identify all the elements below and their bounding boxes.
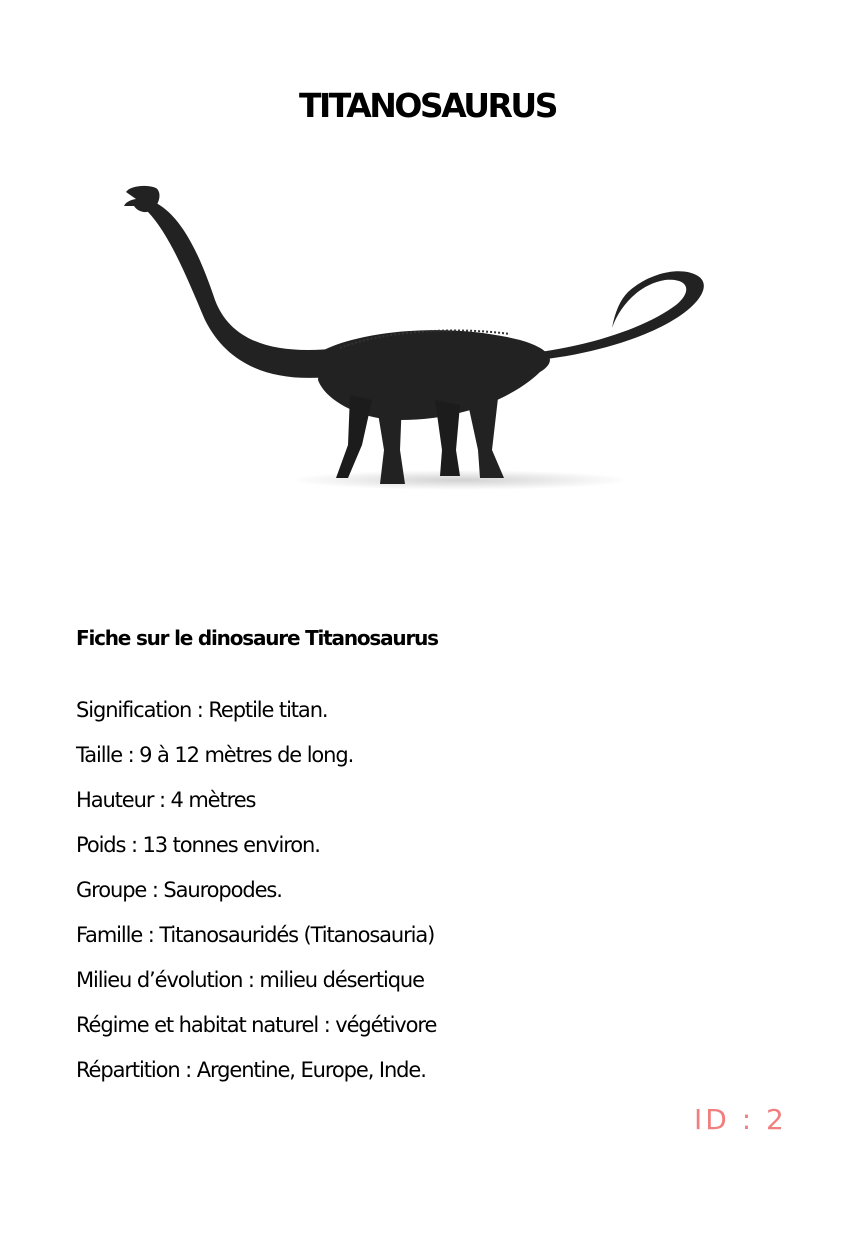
id-label: ID : 2: [694, 1103, 787, 1136]
fact-poids: Poids : 13 tonnes environ.: [76, 833, 321, 857]
fact-regime: Régime et habitat naturel : végétivore: [76, 1013, 437, 1037]
titanosaurus-illustration: [124, 185, 704, 490]
fact-famille: Famille : Titanosauridés (Titanosauria): [76, 923, 435, 947]
section-heading: Fiche sur le dinosaure Titanosaurus: [76, 626, 439, 650]
fact-signification: Signification : Reptile titan.: [76, 698, 329, 722]
fact-list: Signification : Reptile titan. Taille : …: [76, 692, 437, 1097]
fact-repartition: Répartition : Argentine, Europe, Inde.: [76, 1058, 427, 1082]
fact-groupe: Groupe : Sauropodes.: [76, 878, 283, 902]
page-title: TITANOSAURUS: [298, 86, 559, 125]
fact-hauteur: Hauteur : 4 mètres: [76, 788, 256, 812]
fact-taille: Taille : 9 à 12 mètres de long.: [76, 743, 354, 767]
fact-milieu: Milieu d’évolution : milieu désertique: [76, 968, 425, 992]
